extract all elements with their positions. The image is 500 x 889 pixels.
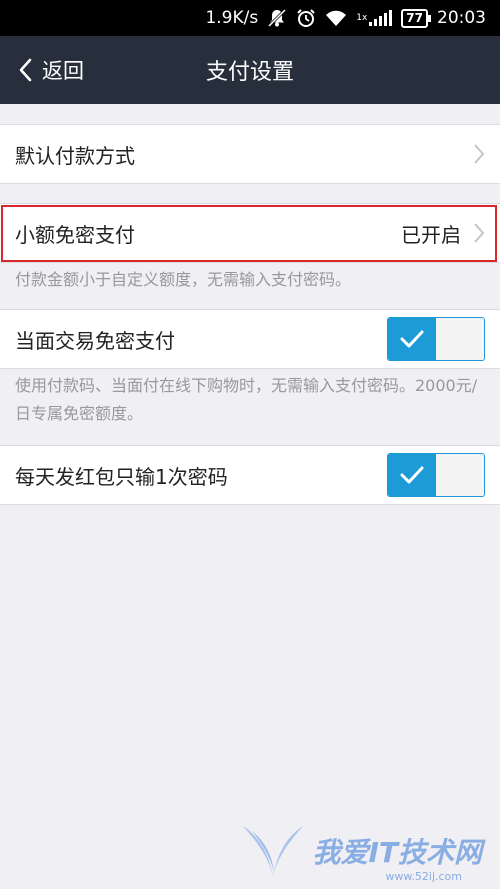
small-amount-row[interactable]: 小额免密支付 已开启 (0, 203, 500, 263)
small-amount-hint: 付款金额小于自定义额度，无需输入支付密码。 (15, 270, 352, 289)
notifications-muted-icon (267, 8, 287, 28)
red-packet-row: 每天发红包只输1次密码 (0, 445, 500, 505)
cellular-signal-icon: 1x (356, 9, 393, 27)
alarm-clock-icon (296, 8, 316, 28)
checkmark-icon (388, 454, 436, 496)
small-amount-label: 小额免密支付 (15, 222, 135, 247)
face-to-face-row: 当面交易免密支付 (0, 309, 500, 369)
default-payment-label: 默认付款方式 (15, 143, 135, 168)
battery-icon: 77 (401, 8, 431, 28)
network-type-label: 1x (356, 13, 368, 23)
default-payment-row[interactable]: 默认付款方式 (0, 124, 500, 184)
clock: 20:03 (437, 8, 486, 28)
chevron-right-icon (473, 222, 485, 244)
red-packet-label: 每天发红包只输1次密码 (15, 464, 228, 489)
back-button[interactable]: 返回 (18, 36, 84, 104)
watermark: 我爱IT技术网 www.52ij.com (238, 821, 482, 883)
face-to-face-label: 当面交易免密支付 (15, 328, 175, 353)
navigation-bar: 返回 支付设置 (0, 36, 500, 104)
watermark-text: 我爱IT技术网 (312, 836, 482, 869)
status-bar: 1.9K/s 1x 77 20:03 (0, 0, 500, 36)
network-speed: 1.9K/s (205, 8, 259, 28)
face-to-face-hint: 使用付款码、当面付在线下购物时，无需输入支付密码。2000元/日专属免密额度。 (15, 376, 478, 423)
wifi-icon (325, 9, 347, 27)
small-amount-status: 已开启 (401, 222, 461, 247)
watermark-url: www.52ij.com (385, 870, 462, 883)
red-packet-toggle[interactable] (387, 453, 485, 497)
back-label: 返回 (42, 59, 84, 83)
chevron-right-icon (473, 143, 485, 165)
chevron-left-icon (18, 58, 32, 82)
face-to-face-toggle[interactable] (387, 317, 485, 361)
checkmark-icon (388, 318, 436, 360)
wings-logo-icon (243, 826, 304, 876)
